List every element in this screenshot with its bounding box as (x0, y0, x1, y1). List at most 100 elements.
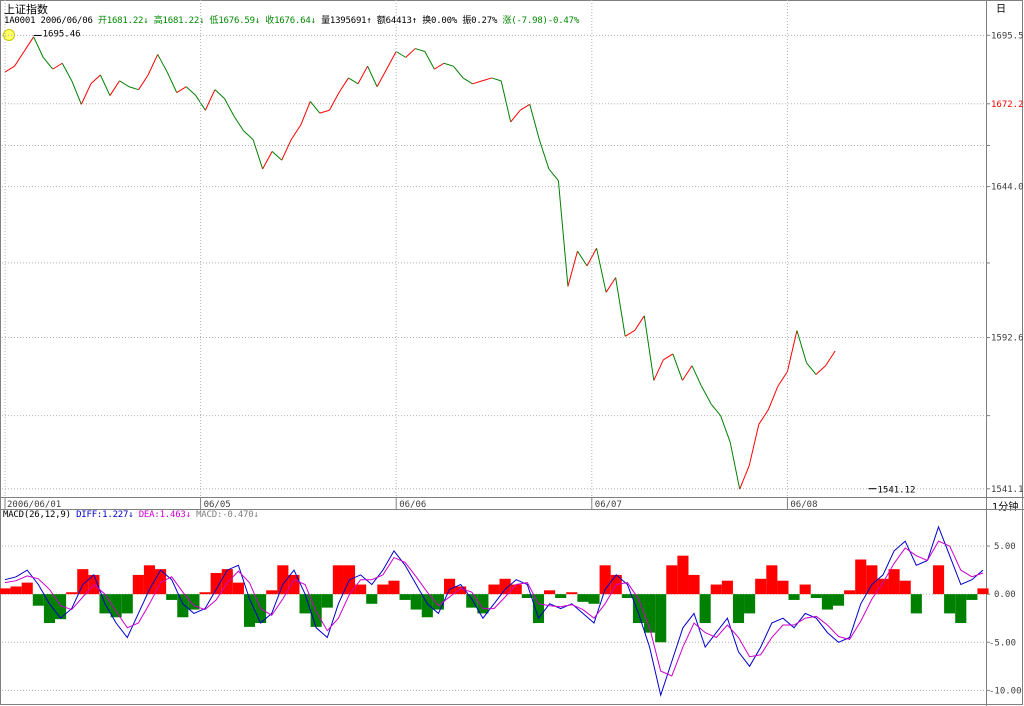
price-segment (395, 51, 407, 58)
price-segment (357, 65, 369, 85)
price-segment (281, 139, 292, 161)
macd-histogram-bar (932, 565, 945, 595)
macd-histogram-bar (744, 594, 756, 614)
price-segment (682, 365, 693, 381)
macd-histogram-bar (655, 594, 667, 643)
macd-histogram-bar (732, 594, 745, 624)
price-segment (710, 403, 721, 416)
price-segment (472, 80, 483, 85)
macd-histogram-bar (844, 590, 856, 595)
macd-histogram-bar (121, 594, 133, 614)
price-segment (701, 386, 712, 405)
macd-histogram-bar (432, 594, 444, 610)
macd-histogram-bar (666, 565, 678, 595)
macd-histogram-bar (321, 594, 333, 608)
macd-histogram-bar (799, 584, 811, 595)
price-segment (615, 277, 626, 337)
macd-histogram-bar (688, 574, 700, 595)
price-segment (90, 74, 101, 85)
price-tick-label: 1541.1 (991, 485, 1024, 495)
chart-frame (0, 0, 1024, 706)
price-segment (415, 48, 425, 52)
macd-histogram-bar (10, 586, 22, 595)
price-segment (538, 139, 550, 170)
price-segment (309, 101, 321, 114)
price-segment (424, 51, 435, 70)
date-tick-label: 06/07 (595, 500, 622, 510)
price-segment (777, 371, 788, 387)
macd-histogram-bar (777, 580, 789, 595)
macd-histogram-bar (21, 582, 33, 595)
macd-histogram-bar (355, 584, 367, 595)
macd-histogram-bar (577, 594, 589, 602)
price-segment (557, 180, 569, 287)
date-tick-label: 06/06 (399, 500, 426, 510)
macd-histogram-bar (166, 594, 178, 600)
outer-border (0, 0, 1023, 705)
price-segment (376, 68, 388, 87)
macd-histogram-bar (544, 590, 556, 595)
price-segment (720, 415, 731, 443)
price-segment (453, 65, 464, 79)
price-segment (491, 77, 502, 82)
price-segment (577, 250, 588, 267)
chart-canvas[interactable]: 1695.5 1672.2 1644.0 1592.6 1541.1 1695.46 15… (0, 0, 1024, 706)
price-segment (519, 103, 531, 111)
macd-histogram-bar (488, 584, 500, 595)
price-annotation-label: 1695.46 (43, 29, 81, 39)
price-axis: 1695.5 1672.2 1644.0 1592.6 1541.1 (986, 31, 1024, 495)
macd-histogram[interactable] (0, 555, 989, 643)
price-segment (405, 48, 416, 58)
dea-line (4, 540, 984, 677)
macd-histogram-bar (410, 594, 422, 610)
macd-histogram-bar (232, 582, 244, 595)
price-tick-label: 1695.5 (991, 31, 1024, 41)
macd-histogram-bar (755, 578, 767, 595)
price-segment (663, 353, 674, 361)
price-segment (328, 92, 340, 111)
macd-histogram-bar (32, 594, 44, 606)
price-segment (52, 62, 63, 70)
price-segment (185, 86, 197, 96)
price-segment (147, 54, 159, 76)
price-tick-label: 1672.2 (991, 100, 1024, 110)
macd-histogram-bar (388, 580, 400, 595)
price-segment (825, 350, 836, 366)
price-segment (33, 36, 44, 58)
macd-tick-label: 5.00 (994, 542, 1016, 552)
macd-histogram-bar (766, 565, 778, 595)
price-segment (23, 36, 35, 52)
macd-histogram-bar (788, 594, 800, 600)
price-segment (767, 386, 779, 410)
macd-histogram-bar (821, 594, 833, 610)
price-segment (624, 330, 635, 337)
price-segment (786, 330, 798, 372)
macd-histogram-bar (199, 592, 211, 595)
macd-histogram-bar (899, 580, 911, 595)
date-tick-label: 06/08 (790, 500, 817, 510)
price-segment (166, 71, 178, 93)
price-segment (99, 74, 111, 96)
price-segment (109, 80, 120, 96)
macd-histogram-bar (699, 594, 711, 624)
macd-tick-label: -5.00 (989, 638, 1016, 648)
macd-histogram-bar (721, 580, 733, 595)
chart-window: 上证指数 1A0001 2006/06/06 开1681.22↓ 高1681.2… (0, 0, 1024, 706)
price-segment (290, 124, 302, 140)
price-segment (748, 424, 760, 466)
price-segment (586, 248, 598, 267)
price-segment (605, 277, 617, 293)
price-segment (138, 74, 149, 90)
price-segment (128, 86, 139, 91)
date-tick-label: 2006/06/01 (7, 500, 61, 510)
price-segment (548, 168, 559, 182)
macd-tick-label: -10.00 (989, 686, 1022, 696)
price-segment (462, 77, 473, 85)
price-segment (367, 65, 378, 87)
macd-histogram-bar (555, 594, 567, 599)
macd-histogram-bar (399, 594, 411, 600)
macd-histogram-bar (966, 594, 978, 600)
macd-histogram-bar (710, 584, 722, 595)
price-gridlines (2, 34, 986, 490)
macd-lines[interactable] (4, 525, 984, 698)
